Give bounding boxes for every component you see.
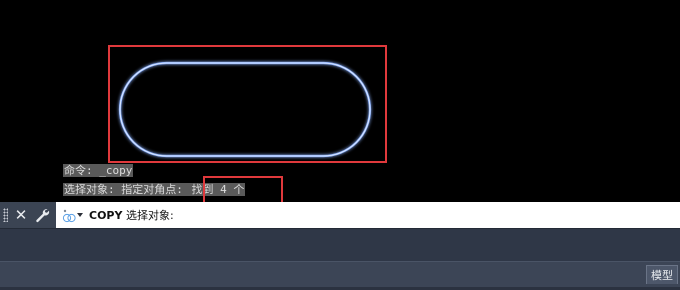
command-text: COPY 选择对象:	[89, 207, 174, 223]
grip-handle-icon[interactable]	[3, 208, 8, 222]
tab-model[interactable]: 模型	[646, 265, 678, 284]
close-icon[interactable]: ✕	[14, 207, 28, 223]
history-select-text: 选择对象: 指定对角点:	[63, 183, 191, 196]
history-line-command: 命令: _copy	[63, 164, 134, 177]
command-prompt-icon[interactable]	[61, 207, 85, 223]
found-count-highlight-box	[203, 176, 283, 205]
command-prompt-text: 选择对象:	[122, 209, 174, 222]
cad-window: 命令: _copy 选择对象: 指定对角点: 找到 4 个 ✕ COPY 选择对…	[0, 0, 680, 290]
command-input[interactable]: COPY 选择对象:	[56, 202, 174, 228]
command-line-handle: ✕	[0, 202, 56, 228]
selection-highlight-box	[108, 45, 387, 163]
command-line-bar: ✕ COPY 选择对象:	[0, 202, 680, 228]
wrench-icon[interactable]	[34, 207, 50, 223]
command-name: COPY	[89, 209, 123, 222]
status-area-upper	[0, 228, 680, 261]
drawing-canvas[interactable]: 命令: _copy 选择对象: 指定对角点: 找到 4 个	[0, 0, 680, 205]
layout-tab-bar: 模型	[0, 261, 680, 287]
history-command-text: 命令: _copy	[63, 164, 134, 177]
